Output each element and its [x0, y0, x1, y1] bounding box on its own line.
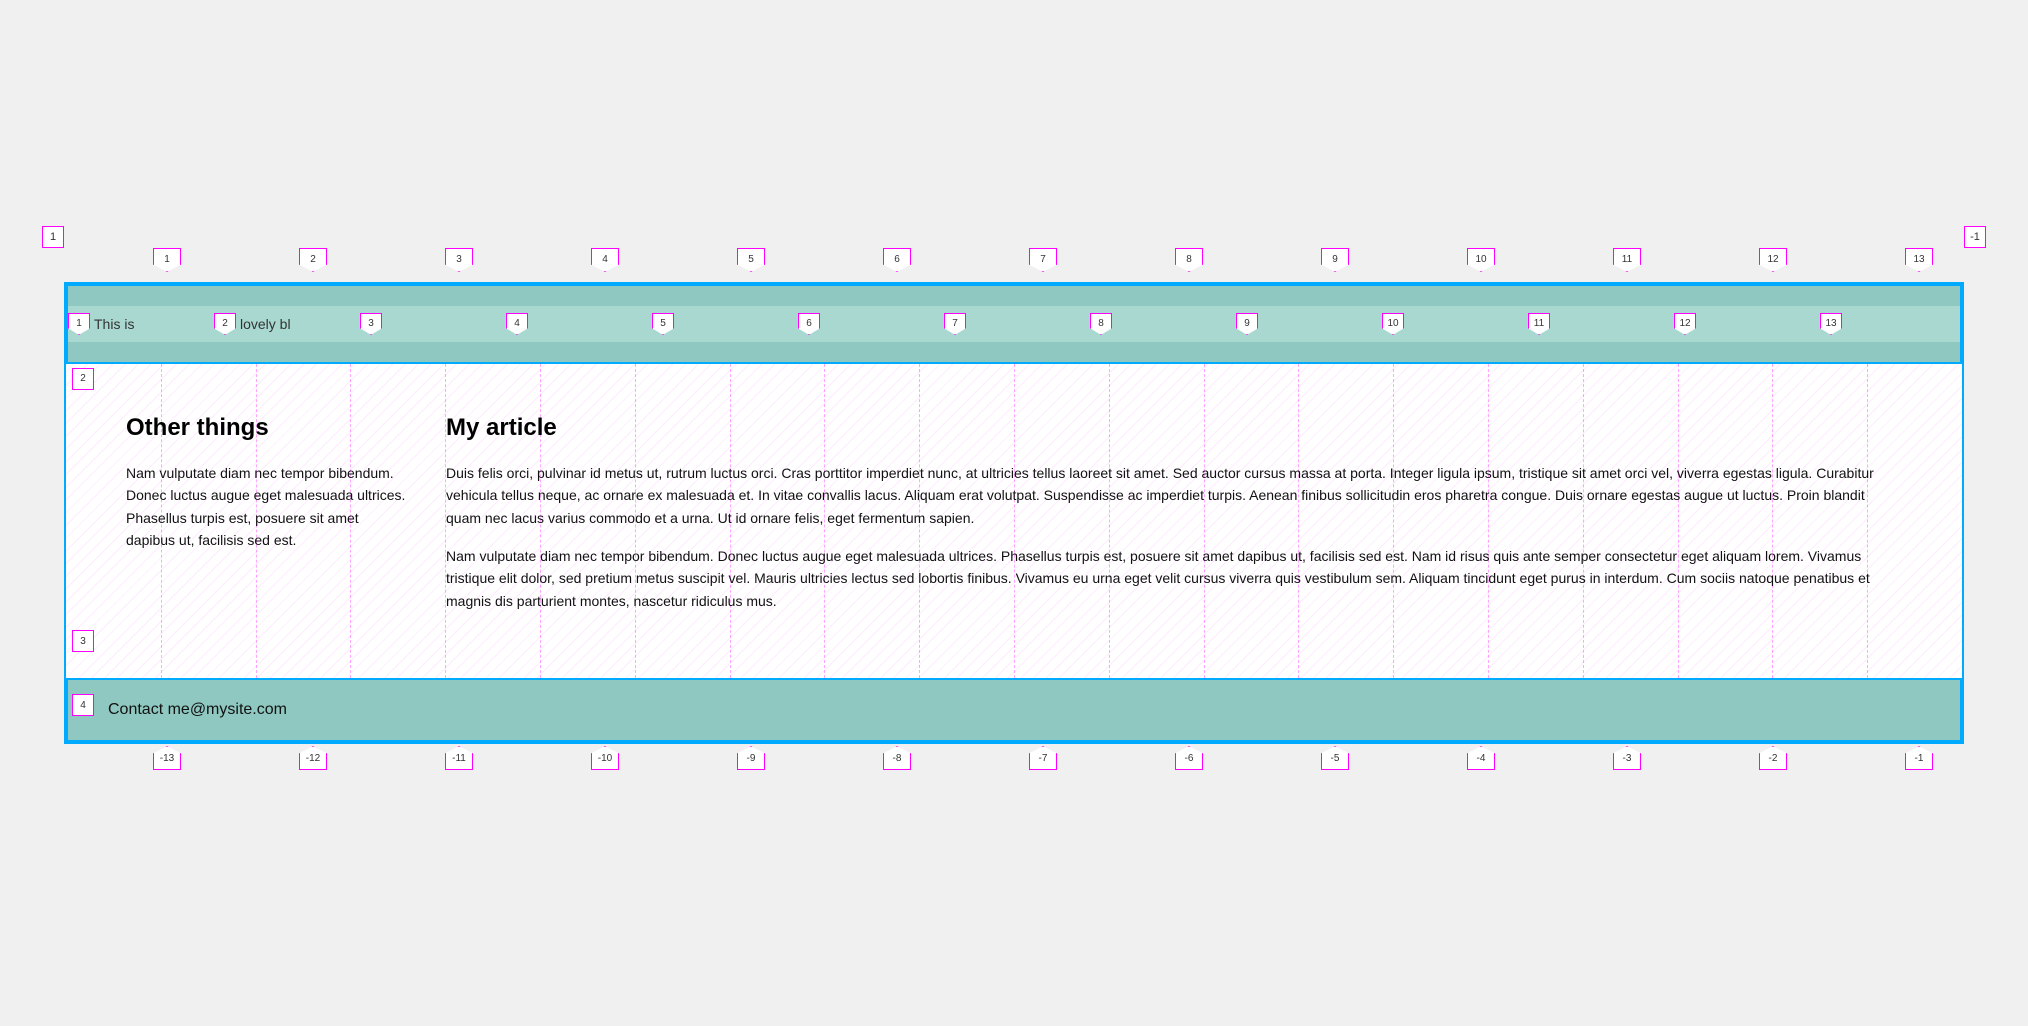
top-col-badge-7: 7 [1029, 248, 1057, 272]
top-col-badges-row: 12345678910111213 [94, 248, 1964, 280]
top-col-badge-6: 6 [883, 248, 911, 272]
bottom-col-badge--5: -5 [1321, 746, 1349, 770]
nav-item-col-3: 3 [360, 313, 382, 335]
main-article-heading: My article [446, 414, 1902, 442]
bottom-col-badge--4: -4 [1467, 746, 1495, 770]
bottom-col-badge--8: -8 [883, 746, 911, 770]
bottom-col-badges-row: -13 -12 -11 -10 -9 -8 -7 -6 -5 -4 -3 -2 -1 [94, 746, 1964, 778]
nav-item-col-10: 10 [1382, 313, 1404, 335]
top-col-badge-2: 2 [299, 248, 327, 272]
header-col-badge-5: 5 [652, 313, 674, 335]
main-article-column: My article Duis felis orci, pulvinar id … [446, 414, 1902, 628]
bottom-col-badge--1: -1 [1905, 746, 1933, 770]
nav-item-col-1: 1This is [68, 313, 134, 335]
bottom-col-badge--9: -9 [737, 746, 765, 770]
header-col-badge-7: 7 [944, 313, 966, 335]
row-badge-2: 2 [72, 368, 94, 390]
main-content: Other things Nam vulputate diam nec temp… [66, 364, 1962, 678]
header-section: 1This is2lovely bl345678910111213 [66, 284, 1962, 364]
header-col-badge-6: 6 [798, 313, 820, 335]
main-article-paragraph2: Nam vulputate diam nec tempor bibendum. … [446, 545, 1902, 612]
header-col-badge-13: 13 [1820, 313, 1842, 335]
bottom-col-badge--6: -6 [1175, 746, 1203, 770]
bottom-col-badge--7: -7 [1029, 746, 1057, 770]
page-wrapper: 2 3 4 1This is2lovely bl345678910111213 … [64, 282, 1964, 744]
sidebar-heading: Other things [126, 414, 406, 442]
top-col-badge-10: 10 [1467, 248, 1495, 272]
bottom-col-badge--3: -3 [1613, 746, 1641, 770]
header-col-badge-10: 10 [1382, 313, 1404, 335]
bottom-col-badge--10: -10 [591, 746, 619, 770]
top-col-badge-13: 13 [1905, 248, 1933, 272]
bottom-col-badge--13: -13 [153, 746, 181, 770]
header-col-badge-2: 2 [214, 313, 236, 335]
nav-item-col-13: 13 [1820, 313, 1842, 335]
outer-corner-top-left-badge: 1 [42, 226, 64, 248]
row-badge-4: 4 [72, 694, 94, 716]
top-col-badge-9: 9 [1321, 248, 1349, 272]
bottom-col-badge--2: -2 [1759, 746, 1787, 770]
nav-label-1: This is [94, 316, 134, 332]
bottom-col-badge--11: -11 [445, 746, 473, 770]
header-col-badge-8: 8 [1090, 313, 1112, 335]
outer-corner-top-right-badge: -1 [1964, 226, 1986, 248]
nav-item-col-11: 11 [1528, 313, 1550, 335]
nav-item-col-2: 2lovely bl [214, 313, 291, 335]
footer-text: Contact me@mysite.com [108, 701, 287, 719]
footer-section: Contact me@mysite.com [66, 678, 1962, 742]
header-col-badge-11: 11 [1528, 313, 1550, 335]
main-article-paragraph1: Duis felis orci, pulvinar id metus ut, r… [446, 462, 1902, 529]
nav-item-col-12: 12 [1674, 313, 1696, 335]
nav-item-col-8: 8 [1090, 313, 1112, 335]
nav-item-col-6: 6 [798, 313, 820, 335]
top-col-badge-11: 11 [1613, 248, 1641, 272]
header-inner: 1This is2lovely bl345678910111213 [68, 306, 1960, 342]
sidebar-column: Other things Nam vulputate diam nec temp… [126, 414, 446, 628]
top-col-badge-4: 4 [591, 248, 619, 272]
bottom-col-badge--12: -12 [299, 746, 327, 770]
top-col-badge-3: 3 [445, 248, 473, 272]
sidebar-body: Nam vulputate diam nec tempor bibendum. … [126, 462, 406, 552]
header-col-badge-3: 3 [360, 313, 382, 335]
top-col-badge-5: 5 [737, 248, 765, 272]
row-badge-3: 3 [72, 630, 94, 652]
top-col-badge-12: 12 [1759, 248, 1787, 272]
nav-item-col-4: 4 [506, 313, 528, 335]
nav-item-col-7: 7 [944, 313, 966, 335]
page-outer-wrapper: 12345678910111213 1 -1 2 3 4 1This is2lo… [34, 218, 1994, 808]
content-inner: Other things Nam vulputate diam nec temp… [66, 384, 1962, 658]
top-col-badge-8: 8 [1175, 248, 1203, 272]
nav-label-2: lovely bl [240, 316, 291, 332]
header-col-badge-4: 4 [506, 313, 528, 335]
nav-item-col-5: 5 [652, 313, 674, 335]
top-col-badge-1: 1 [153, 248, 181, 272]
header-col-badge-9: 9 [1236, 313, 1258, 335]
nav-item-col-9: 9 [1236, 313, 1258, 335]
header-col-badge-12: 12 [1674, 313, 1696, 335]
header-col-badge-1: 1 [68, 313, 90, 335]
